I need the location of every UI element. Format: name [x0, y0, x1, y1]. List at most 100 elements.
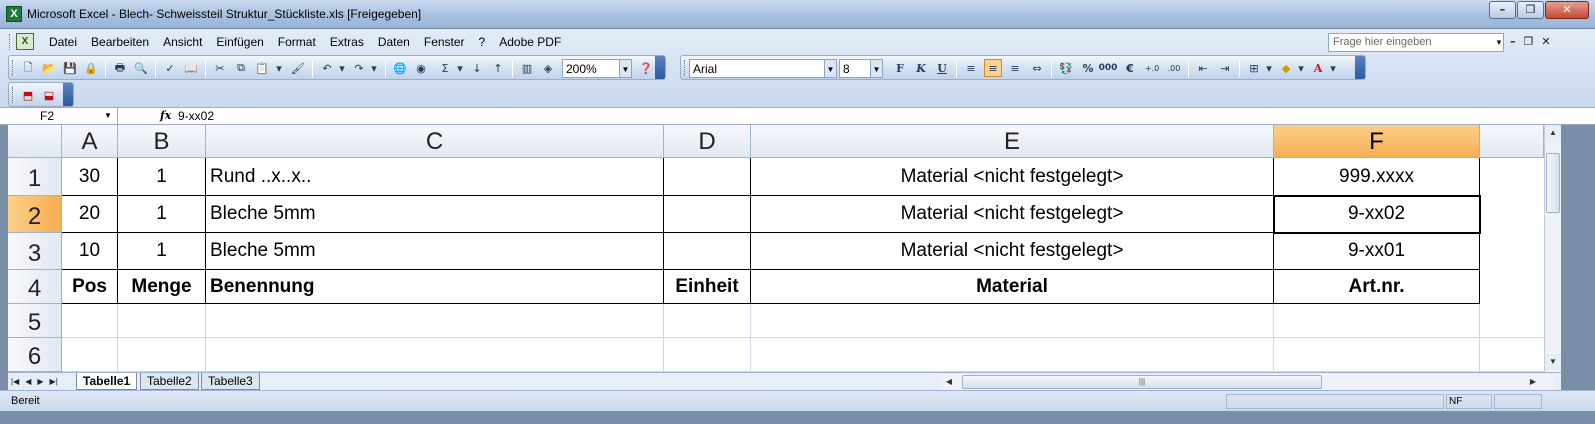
- column-header-c[interactable]: C: [206, 125, 664, 158]
- toolbar-grip[interactable]: [12, 87, 15, 103]
- help-search-input[interactable]: Frage hier eingeben: [1328, 33, 1504, 52]
- new-icon[interactable]: 🗋: [19, 59, 37, 77]
- sort-desc-icon[interactable]: ↑: [489, 59, 507, 77]
- column-header-g[interactable]: [1480, 125, 1544, 158]
- cell-d3[interactable]: [664, 233, 750, 269]
- menu-extras[interactable]: Extras: [323, 35, 371, 49]
- autosum-icon[interactable]: Σ: [436, 59, 454, 77]
- permission-icon[interactable]: 🔒: [82, 59, 100, 77]
- align-center-icon[interactable]: ≡: [984, 59, 1002, 77]
- sheet-tab-tabelle2[interactable]: Tabelle2: [140, 373, 199, 390]
- row-header-2[interactable]: 2: [8, 196, 62, 233]
- first-sheet-icon[interactable]: |◀: [11, 374, 19, 389]
- undo-dropdown-icon[interactable]: ▾: [337, 59, 347, 77]
- undo-icon[interactable]: ↶: [318, 59, 336, 77]
- increase-decimal-icon[interactable]: +.0: [1143, 59, 1161, 77]
- help-icon[interactable]: ❓: [637, 59, 655, 77]
- scroll-left-icon[interactable]: ◀: [942, 374, 956, 390]
- toolbar-options-icon[interactable]: [655, 56, 665, 79]
- cell-a4[interactable]: Pos: [62, 270, 117, 303]
- horizontal-scrollbar[interactable]: ◀ ||| ▶: [940, 374, 1554, 390]
- font-color-dropdown-icon[interactable]: ▾: [1328, 59, 1338, 77]
- cell-e3[interactable]: Material <nicht festgelegt>: [751, 233, 1273, 269]
- merge-center-icon[interactable]: ⇔: [1028, 59, 1046, 77]
- cell-b3[interactable]: 1: [118, 233, 205, 269]
- align-left-icon[interactable]: ≡: [962, 59, 980, 77]
- decrease-indent-icon[interactable]: ⇤: [1194, 59, 1212, 77]
- excel-app-icon[interactable]: X: [6, 6, 22, 22]
- prev-sheet-icon[interactable]: ◀: [25, 374, 31, 389]
- menu-datei[interactable]: Datei: [42, 35, 84, 49]
- menu-format[interactable]: Format: [271, 35, 323, 49]
- cell-c1[interactable]: Rund ..x..x..: [206, 158, 663, 195]
- borders-icon[interactable]: ⊞: [1245, 59, 1263, 77]
- menu-ansicht[interactable]: Ansicht: [156, 35, 209, 49]
- sheet-tab-tabelle3[interactable]: Tabelle3: [201, 373, 260, 390]
- select-all-corner[interactable]: [8, 125, 62, 158]
- scroll-right-icon[interactable]: ▶: [1526, 374, 1540, 390]
- paste-icon[interactable]: 📋: [253, 59, 271, 77]
- cell-c3[interactable]: Bleche 5mm: [206, 233, 663, 269]
- horizontal-scroll-thumb[interactable]: |||: [962, 375, 1322, 389]
- menubar-grip[interactable]: [9, 34, 12, 50]
- row-header-3[interactable]: 3: [8, 233, 62, 270]
- workbook-restore-button[interactable]: ❐: [1524, 35, 1534, 48]
- workbook-minimize-button[interactable]: –: [1510, 35, 1516, 48]
- scroll-up-icon[interactable]: ▲: [1545, 125, 1561, 141]
- toolbar-options-icon[interactable]: [1355, 56, 1365, 79]
- cell-d4[interactable]: Einheit: [664, 270, 750, 303]
- open-icon[interactable]: 📂: [40, 59, 58, 77]
- print-preview-icon[interactable]: 🔍: [132, 59, 150, 77]
- cell-d1[interactable]: [664, 158, 750, 195]
- font-size-combo[interactable]: 8: [839, 59, 871, 78]
- cut-icon[interactable]: ✂: [211, 59, 229, 77]
- thousands-button[interactable]: 000: [1099, 59, 1118, 77]
- copy-icon[interactable]: ⧉: [232, 59, 250, 77]
- vertical-scrollbar[interactable]: ▲ ▼: [1544, 125, 1561, 372]
- bold-button[interactable]: F: [891, 59, 909, 77]
- cell-d2[interactable]: [664, 196, 750, 232]
- cell-b1[interactable]: 1: [118, 158, 205, 195]
- cell-c4[interactable]: Benennung: [206, 270, 663, 303]
- menu-adobe-pdf[interactable]: Adobe PDF: [492, 35, 568, 49]
- scroll-down-icon[interactable]: ▼: [1545, 354, 1561, 370]
- vertical-scroll-thumb[interactable]: [1546, 153, 1560, 213]
- fill-color-dropdown-icon[interactable]: ▾: [1296, 59, 1306, 77]
- euro-button[interactable]: €: [1121, 59, 1139, 77]
- cell-e1[interactable]: Material <nicht festgelegt>: [751, 158, 1273, 195]
- menu-daten[interactable]: Daten: [371, 35, 417, 49]
- research-pane-icon[interactable]: ◉: [412, 59, 430, 77]
- cell-a2[interactable]: 20: [62, 196, 117, 232]
- currency-icon[interactable]: 💱: [1057, 59, 1075, 77]
- row-header-6[interactable]: 6: [8, 338, 62, 372]
- decrease-decimal-icon[interactable]: .00: [1165, 59, 1183, 77]
- menu-fenster[interactable]: Fenster: [417, 35, 472, 49]
- workbook-icon[interactable]: X: [16, 33, 34, 50]
- cell-e4[interactable]: Material: [751, 270, 1273, 303]
- borders-dropdown-icon[interactable]: ▾: [1264, 59, 1274, 77]
- convert-pdf-icon[interactable]: ⬒: [19, 86, 37, 104]
- cell-b4[interactable]: Menge: [118, 270, 205, 303]
- cell-c2[interactable]: Bleche 5mm: [206, 196, 663, 232]
- cell-b2[interactable]: 1: [118, 196, 205, 232]
- fill-color-icon[interactable]: ◆: [1277, 59, 1295, 77]
- toolbar-options-icon[interactable]: [63, 83, 73, 106]
- redo-dropdown-icon[interactable]: ▾: [369, 59, 379, 77]
- toolbar-grip[interactable]: [12, 60, 15, 76]
- align-right-icon[interactable]: ≡: [1006, 59, 1024, 77]
- menu-bearbeiten[interactable]: Bearbeiten: [84, 35, 156, 49]
- format-painter-icon[interactable]: 🖌: [289, 59, 307, 77]
- cell-f4[interactable]: Art.nr.: [1274, 270, 1479, 303]
- minimize-button[interactable]: –: [1489, 1, 1516, 19]
- menu-einfuegen[interactable]: Einfügen: [209, 35, 270, 49]
- font-dropdown-icon[interactable]: ▼: [825, 59, 837, 78]
- column-header-b[interactable]: B: [118, 125, 206, 158]
- font-color-icon[interactable]: A: [1309, 59, 1327, 77]
- hyperlink-icon[interactable]: 🌐: [391, 59, 409, 77]
- redo-icon[interactable]: ↷: [350, 59, 368, 77]
- font-size-dropdown-icon[interactable]: ▼: [871, 59, 883, 78]
- underline-button[interactable]: U: [933, 59, 951, 77]
- research-icon[interactable]: 📖: [182, 59, 200, 77]
- increase-indent-icon[interactable]: ⇥: [1216, 59, 1234, 77]
- convert-pdf-mail-icon[interactable]: ⬓: [40, 86, 58, 104]
